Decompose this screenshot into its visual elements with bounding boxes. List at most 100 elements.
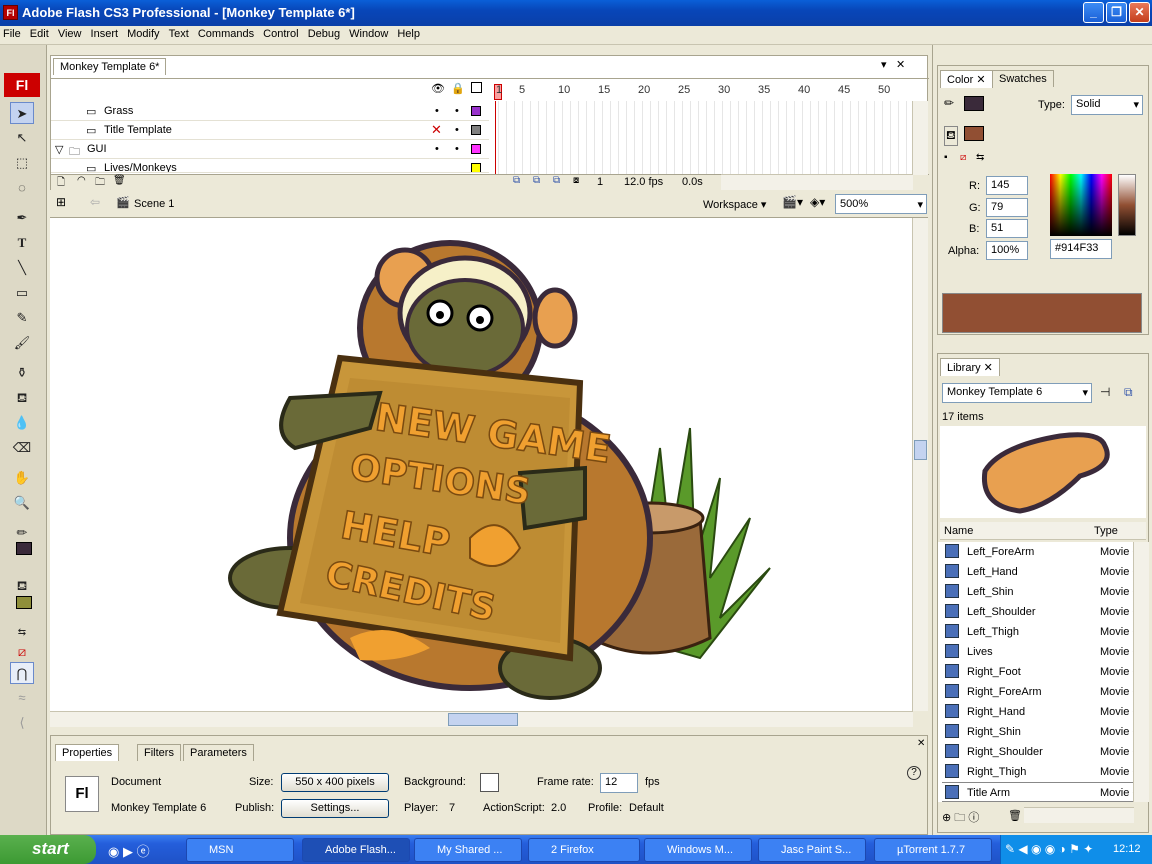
list-item[interactable]: Left_ShoulderMovie C bbox=[942, 602, 1133, 622]
task-firefox[interactable]: 2 Firefox bbox=[528, 838, 640, 862]
fill-color-swatch[interactable] bbox=[16, 596, 32, 609]
hidden-x-icon[interactable]: ✕ bbox=[431, 122, 442, 138]
tab-color[interactable]: Color ✕ bbox=[940, 70, 993, 88]
subselection-tool-icon[interactable]: ↖ bbox=[10, 127, 34, 149]
delete-icon[interactable]: 🗑 bbox=[1008, 809, 1022, 822]
background-color-swatch[interactable] bbox=[480, 773, 499, 792]
task-my-shared[interactable]: My Shared ... bbox=[414, 838, 522, 862]
layer-color-swatch[interactable] bbox=[471, 163, 481, 172]
task-jasc-paint[interactable]: Jasc Paint S... bbox=[758, 838, 866, 862]
playhead[interactable] bbox=[495, 101, 496, 175]
list-item[interactable]: Right_ShoulderMovie C bbox=[942, 742, 1133, 762]
free-transform-tool-icon[interactable]: ⬚ bbox=[10, 152, 34, 174]
new-symbol-icon[interactable]: ⊕ 🗀 ⓘ bbox=[942, 809, 979, 828]
red-input[interactable]: 145 bbox=[986, 176, 1028, 195]
timeline-toggle-icon[interactable]: ⊞ bbox=[56, 195, 66, 209]
layer-row[interactable]: ▭ Title Template ✕ • bbox=[51, 121, 489, 140]
green-input[interactable]: 79 bbox=[986, 198, 1028, 217]
no-color-icon[interactable]: ⧄ bbox=[960, 152, 966, 163]
menu-control[interactable]: Control bbox=[260, 26, 301, 42]
stage-canvas[interactable]: NEW GAME OPTIONS HELP CREDITS bbox=[50, 218, 928, 711]
layer-color-swatch[interactable] bbox=[471, 125, 481, 135]
rectangle-tool-icon[interactable]: ▭ bbox=[10, 282, 34, 304]
layer-color-swatch[interactable] bbox=[471, 106, 481, 116]
lasso-tool-icon[interactable]: ◌ bbox=[10, 177, 34, 199]
timeline-hscroll[interactable] bbox=[721, 174, 913, 190]
list-item[interactable]: Left_ShinMovie C bbox=[942, 582, 1133, 602]
onion-outlines-icon[interactable]: ⧉ bbox=[553, 175, 560, 186]
menu-debug[interactable]: Debug bbox=[305, 26, 343, 42]
back-arrow-icon[interactable]: ⇦ bbox=[90, 195, 100, 209]
chevron-down-icon[interactable]: ▾ bbox=[881, 58, 887, 71]
fill-color-icon[interactable]: ⛾ bbox=[10, 575, 34, 597]
onion-skin-icon[interactable]: ⧉ bbox=[533, 175, 540, 186]
paint-bucket-tool-icon[interactable]: ⛾ bbox=[10, 387, 34, 409]
list-item[interactable]: Right_ShinMovie C bbox=[942, 722, 1133, 742]
pencil-tool-icon[interactable]: ✎ bbox=[10, 307, 34, 329]
tray-icons[interactable]: ✎ ◀ ◉ ◉ ◑ ⚑ ✦ bbox=[1005, 842, 1093, 856]
list-item[interactable]: LivesMovie C bbox=[942, 642, 1133, 662]
edit-symbols-icon[interactable]: ◈▾ bbox=[810, 195, 825, 209]
close-doc-icon[interactable]: ✕ bbox=[896, 58, 905, 71]
hand-tool-icon[interactable]: ✋ bbox=[10, 467, 34, 489]
task-utorrent[interactable]: µTorrent 1.7.7 bbox=[874, 838, 992, 862]
timeline-vscroll[interactable] bbox=[912, 101, 928, 175]
workspace-menu[interactable]: Workspace ▾ bbox=[703, 198, 766, 211]
maximize-button[interactable]: ❐ bbox=[1106, 2, 1127, 23]
swap-colors-icon[interactable]: ⇆ bbox=[976, 152, 984, 163]
firefox-quicklaunch-icon[interactable]: ◉ ▶ ⓔ bbox=[108, 841, 150, 860]
layer-row[interactable]: ▭ Lives/Monkeys bbox=[51, 159, 489, 173]
tab-filters[interactable]: Filters bbox=[137, 744, 181, 761]
straighten-icon[interactable]: ⟨ bbox=[10, 712, 34, 734]
menu-window[interactable]: Window bbox=[346, 26, 391, 42]
menu-help[interactable]: Help bbox=[394, 26, 423, 42]
pen-tool-icon[interactable]: ✒ bbox=[10, 207, 34, 229]
default-colors-icon[interactable]: ▪ bbox=[944, 152, 948, 163]
stage-hscroll[interactable] bbox=[50, 711, 913, 727]
task-windows-media[interactable]: Windows M... bbox=[644, 838, 752, 862]
pin-library-icon[interactable]: ⊣ bbox=[1100, 385, 1110, 399]
library-vscroll[interactable] bbox=[1133, 542, 1149, 802]
fill-swatch[interactable] bbox=[964, 126, 984, 141]
document-tab[interactable]: Monkey Template 6* bbox=[53, 58, 167, 75]
color-spectrum[interactable] bbox=[1050, 174, 1112, 236]
blue-input[interactable]: 51 bbox=[986, 219, 1028, 238]
tab-properties[interactable]: Properties bbox=[55, 744, 120, 761]
layer-row[interactable]: ▭ Grass • • bbox=[51, 102, 489, 121]
stage-vscroll[interactable] bbox=[912, 218, 928, 711]
delete-layer-icon[interactable]: 🗑 bbox=[113, 175, 126, 186]
list-item[interactable]: Right_ForeArmMovie C bbox=[942, 682, 1133, 702]
edit-multiple-frames-icon[interactable]: ⧇ bbox=[573, 175, 579, 186]
list-item[interactable]: Right_FootMovie C bbox=[942, 662, 1133, 682]
stroke-color-icon[interactable]: ✏ bbox=[10, 522, 34, 544]
list-item[interactable]: Left_ForeArmMovie C bbox=[942, 542, 1133, 562]
size-button[interactable]: 550 x 400 pixels bbox=[281, 773, 389, 792]
layer-color-swatch[interactable] bbox=[471, 144, 481, 154]
zoom-select[interactable]: 500% ▾ bbox=[835, 194, 927, 214]
brightness-slider[interactable] bbox=[1118, 174, 1136, 236]
stroke-color-swatch[interactable] bbox=[16, 542, 32, 555]
menu-insert[interactable]: Insert bbox=[88, 26, 122, 42]
minimize-button[interactable]: _ bbox=[1083, 2, 1104, 23]
new-library-panel-icon[interactable]: ⧉ bbox=[1124, 385, 1133, 400]
tab-parameters[interactable]: Parameters bbox=[183, 744, 254, 761]
hex-input[interactable]: #914F33 bbox=[1050, 239, 1112, 259]
eraser-tool-icon[interactable]: ⌫ bbox=[10, 437, 34, 459]
task-msn[interactable]: MSN bbox=[186, 838, 294, 862]
selection-tool-icon[interactable]: ➤ bbox=[10, 102, 34, 124]
tab-library[interactable]: Library ✕ bbox=[940, 358, 1000, 376]
menu-view[interactable]: View bbox=[55, 26, 85, 42]
menu-commands[interactable]: Commands bbox=[195, 26, 257, 42]
smooth-icon[interactable]: ≈ bbox=[10, 687, 34, 709]
menu-modify[interactable]: Modify bbox=[124, 26, 162, 42]
eye-icon[interactable]: 👁 bbox=[431, 82, 445, 95]
motion-guide-icon[interactable]: ◠ bbox=[77, 175, 86, 186]
close-icon[interactable]: ✕ bbox=[917, 738, 925, 749]
list-item[interactable]: Right_ThighMovie C bbox=[942, 762, 1133, 782]
zoom-tool-icon[interactable]: 🔍 bbox=[10, 492, 34, 514]
frame-grid[interactable] bbox=[491, 101, 914, 175]
start-button[interactable]: start bbox=[0, 835, 96, 864]
center-frame-icon[interactable]: ⧉ bbox=[513, 175, 520, 186]
line-tool-icon[interactable]: ╲ bbox=[10, 257, 34, 279]
frame-rate-input[interactable]: 12 bbox=[600, 773, 638, 793]
